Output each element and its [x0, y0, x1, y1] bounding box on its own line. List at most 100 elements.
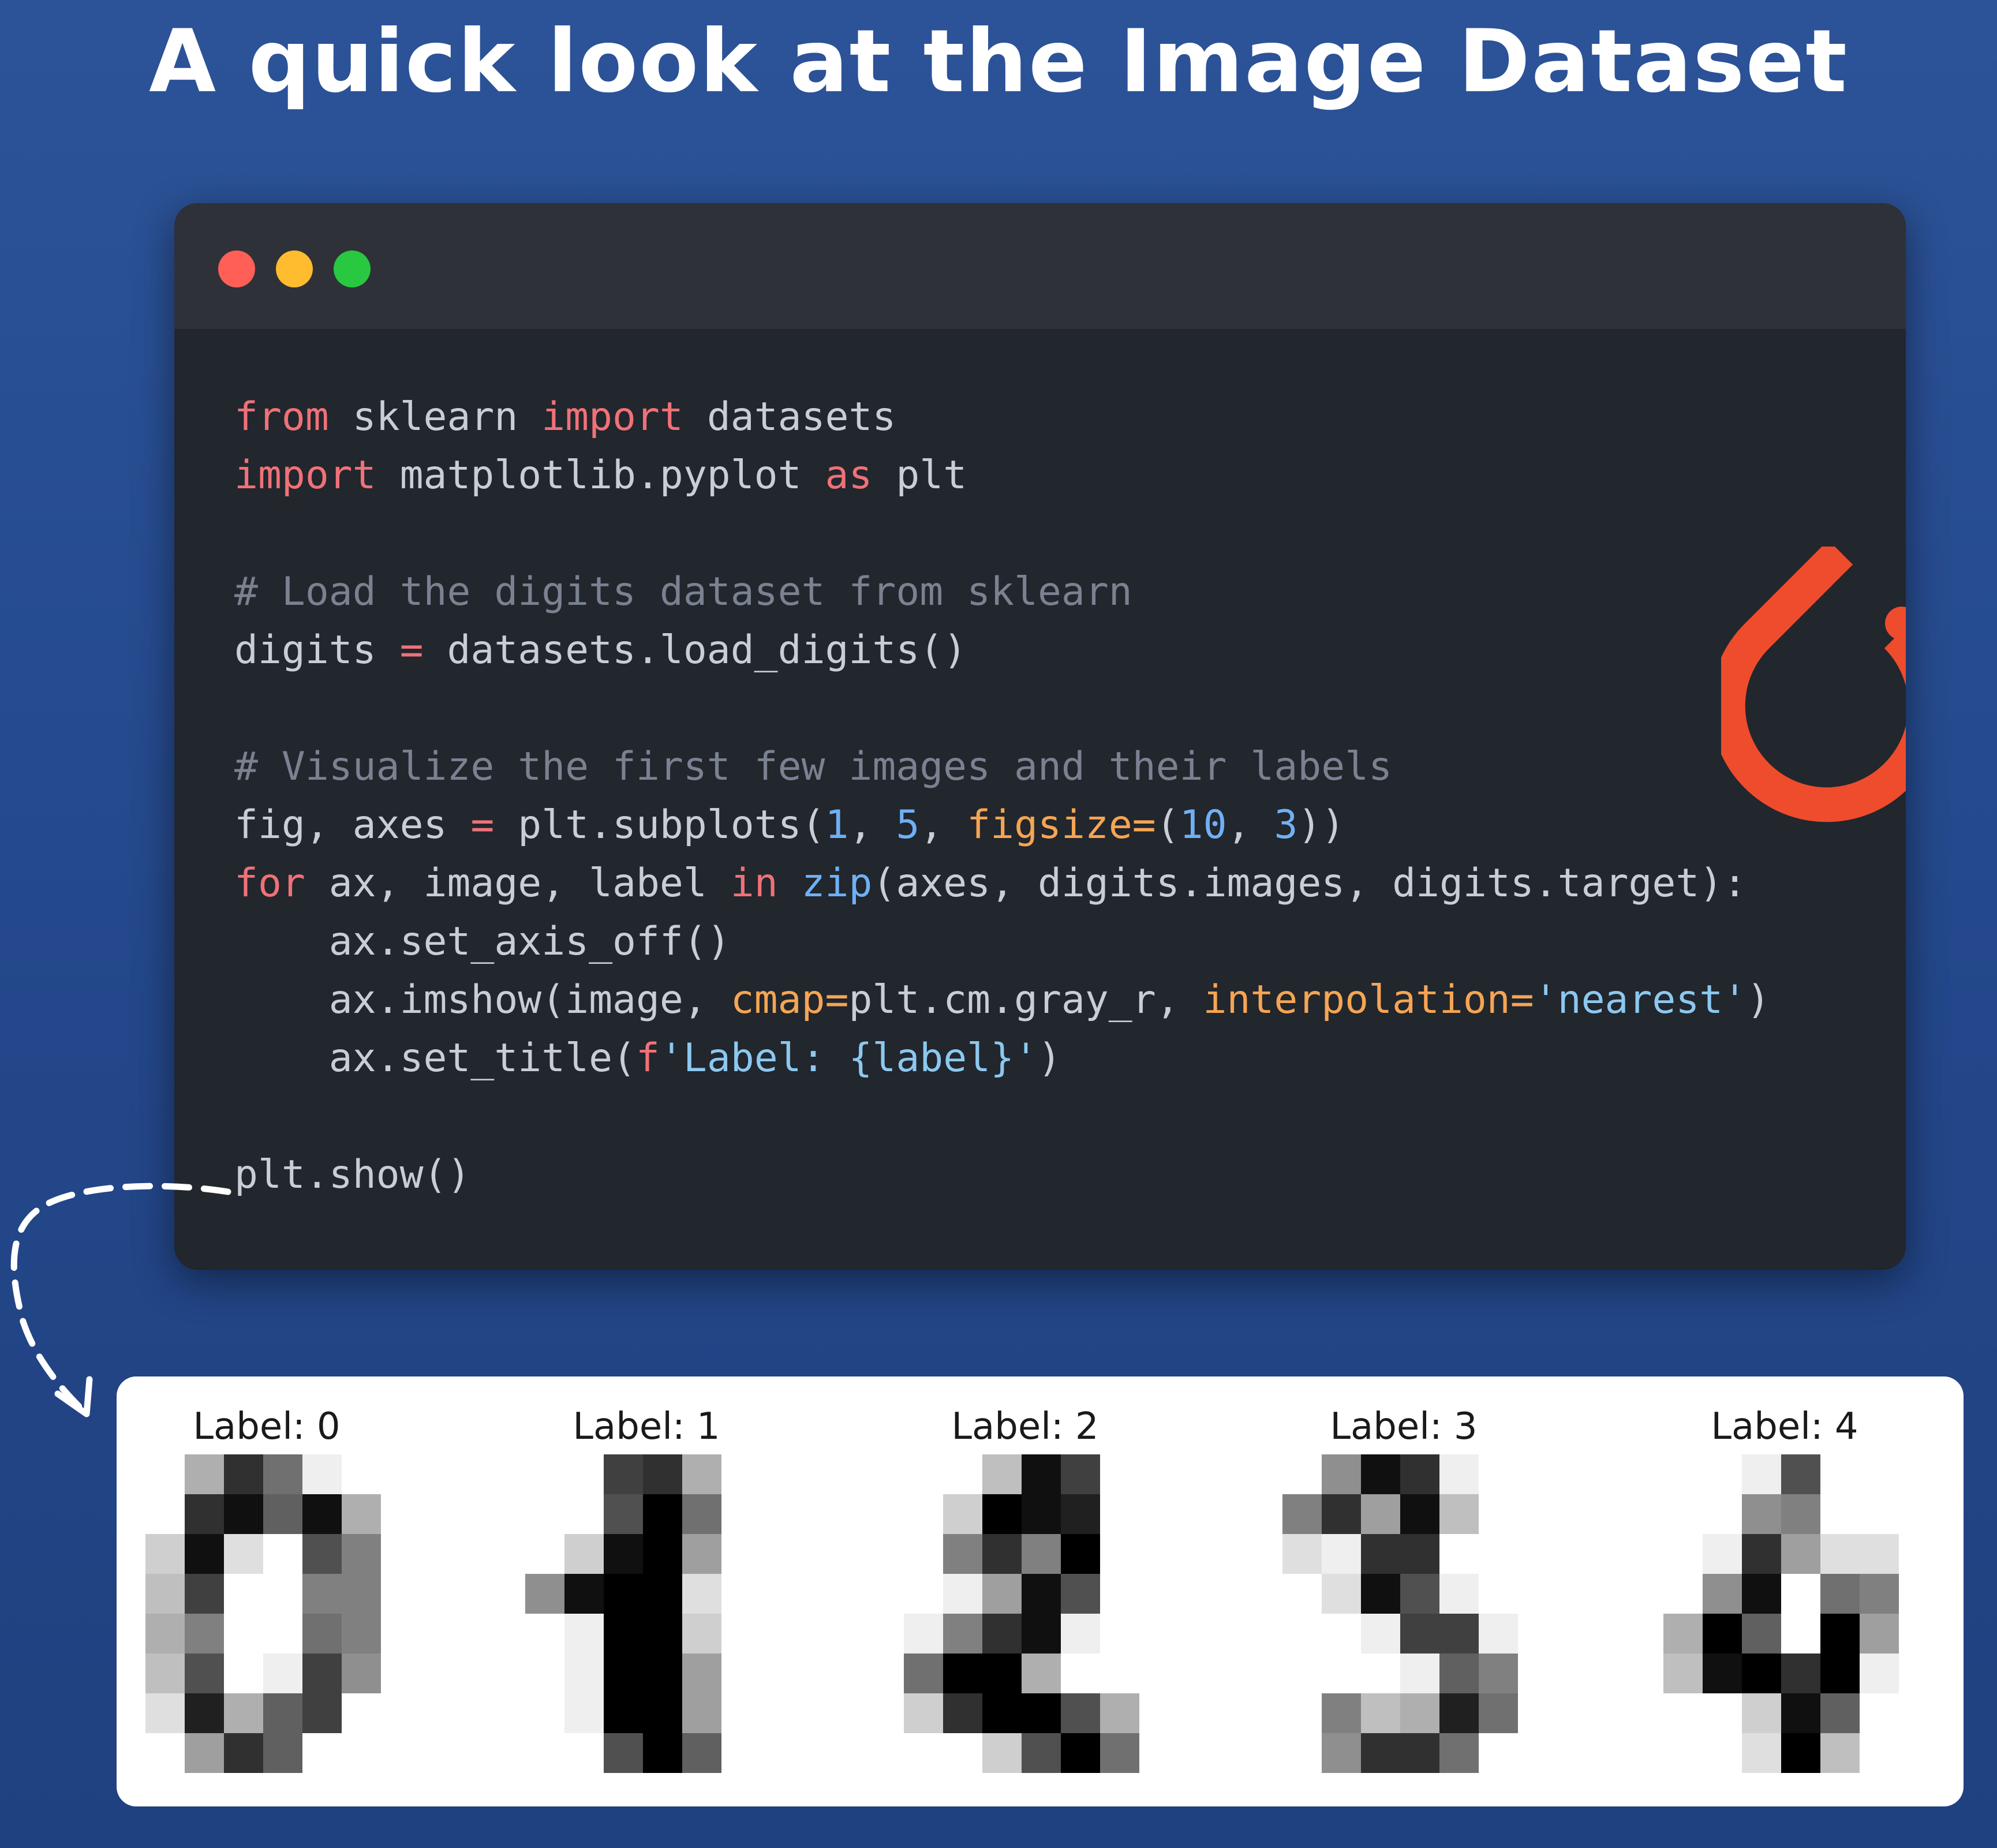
digit-pixel	[904, 1574, 943, 1614]
code-token: ,	[919, 802, 967, 848]
digit-pixel	[1061, 1454, 1100, 1494]
digit-pixel	[145, 1654, 185, 1693]
code-token: plt.cm.gray_r,	[848, 977, 1203, 1023]
digit-pixel	[682, 1693, 721, 1733]
digit-pixel	[1022, 1574, 1061, 1614]
digit-pixel	[643, 1733, 682, 1773]
digit-pixel	[145, 1733, 185, 1773]
digit-pixel	[145, 1534, 185, 1574]
digit-pixel	[682, 1534, 721, 1574]
digit-pixel	[943, 1534, 982, 1574]
code-line: ax.set_title(f'Label: {label}')	[234, 1029, 1885, 1087]
digit-pixel	[643, 1654, 682, 1693]
digit-pixel	[1061, 1614, 1100, 1654]
digit-pixel	[1282, 1693, 1322, 1733]
code-block: from sklearn import datasets import matpl…	[234, 388, 1885, 1204]
maximize-window-button[interactable]	[334, 250, 371, 287]
digit-pixel	[185, 1733, 224, 1773]
code-token: # Visualize the first few images and the…	[234, 744, 1393, 790]
code-token: ,	[848, 802, 896, 848]
digit-pixel	[1860, 1494, 1899, 1534]
code-token: in	[730, 861, 778, 906]
digit-pixel	[1663, 1693, 1703, 1733]
digit-pixel	[1322, 1693, 1361, 1733]
digit-pixel	[185, 1693, 224, 1733]
digit-pixel	[904, 1614, 943, 1654]
digit-pixel	[1322, 1494, 1361, 1534]
digit-pixel	[1022, 1454, 1061, 1494]
digit-pixel	[721, 1534, 761, 1574]
digit-pixel	[263, 1733, 302, 1773]
digit-pixel	[1022, 1693, 1061, 1733]
digit-pixel	[1860, 1693, 1899, 1733]
digit-pixel	[682, 1454, 721, 1494]
digit-pixel	[185, 1454, 224, 1494]
digit-pixel	[1439, 1574, 1479, 1614]
digit-pixel	[943, 1733, 982, 1773]
subplot-title: Label: 1	[573, 1405, 720, 1448]
digit-pixel	[302, 1733, 342, 1773]
code-token: # Load the digits dataset from sklearn	[234, 569, 1132, 615]
code-line: fig, axes = plt.subplots(1, 5, figsize=(…	[234, 796, 1885, 854]
digit-image	[145, 1454, 381, 1773]
digit-image	[525, 1454, 761, 1773]
digit-pixel	[263, 1494, 302, 1534]
digit-pixel	[682, 1574, 721, 1614]
digit-pixel	[1100, 1614, 1139, 1654]
page-title: A quick look at the Image Dataset	[149, 12, 1848, 112]
digit-pixel	[1663, 1614, 1703, 1654]
digit-pixel	[1282, 1454, 1322, 1494]
code-line: from sklearn import datasets	[234, 388, 1885, 446]
digit-pixel	[302, 1654, 342, 1693]
digit-pixel	[1742, 1654, 1781, 1693]
digit-pixel	[224, 1494, 263, 1534]
digit-pixel	[224, 1574, 263, 1614]
digit-pixel	[1742, 1733, 1781, 1773]
digit-pixel	[982, 1733, 1022, 1773]
digit-pixel	[943, 1654, 982, 1693]
digit-pixel	[1703, 1693, 1742, 1733]
digit-pixel	[904, 1693, 943, 1733]
digit-pixel	[982, 1614, 1022, 1654]
code-token: from	[234, 394, 329, 440]
subplot-title: Label: 2	[951, 1405, 1099, 1448]
close-window-button[interactable]	[218, 250, 255, 287]
digit-pixel	[1061, 1494, 1100, 1534]
digit-pixel	[145, 1574, 185, 1614]
code-token: as	[825, 452, 873, 498]
digit-pixel	[1400, 1654, 1439, 1693]
code-token: f	[635, 1035, 660, 1081]
digit-pixel	[1781, 1534, 1820, 1574]
digit-pixel	[1282, 1574, 1322, 1614]
digit-pixel	[1400, 1693, 1439, 1733]
digit-pixel	[721, 1494, 761, 1534]
digit-image	[1282, 1454, 1518, 1773]
digit-pixel	[224, 1654, 263, 1693]
code-line: for ax, image, label in zip(axes, digits…	[234, 854, 1885, 912]
digit-pixel	[1322, 1574, 1361, 1614]
digit-pixel	[1781, 1693, 1820, 1733]
digit-pixel	[525, 1574, 564, 1614]
digit-pixel	[1100, 1574, 1139, 1614]
digit-pixel	[604, 1534, 643, 1574]
digit-pixel	[1361, 1614, 1400, 1654]
digit-pixel	[1860, 1534, 1899, 1574]
digit-pixel	[1479, 1574, 1518, 1614]
code-token: )	[1037, 1035, 1061, 1081]
digit-pixel	[1663, 1654, 1703, 1693]
digit-pixel	[604, 1693, 643, 1733]
code-token: =	[470, 802, 495, 848]
digit-pixel	[943, 1614, 982, 1654]
digit-pixel	[943, 1693, 982, 1733]
code-token: import	[541, 394, 683, 440]
digit-pixel	[604, 1733, 643, 1773]
code-token: ,	[1226, 802, 1274, 848]
digit-pixel	[1820, 1654, 1860, 1693]
digit-pixel	[263, 1574, 302, 1614]
minimize-window-button[interactable]	[276, 250, 313, 287]
digit-pixel	[1361, 1733, 1400, 1773]
digit-pixel	[904, 1454, 943, 1494]
